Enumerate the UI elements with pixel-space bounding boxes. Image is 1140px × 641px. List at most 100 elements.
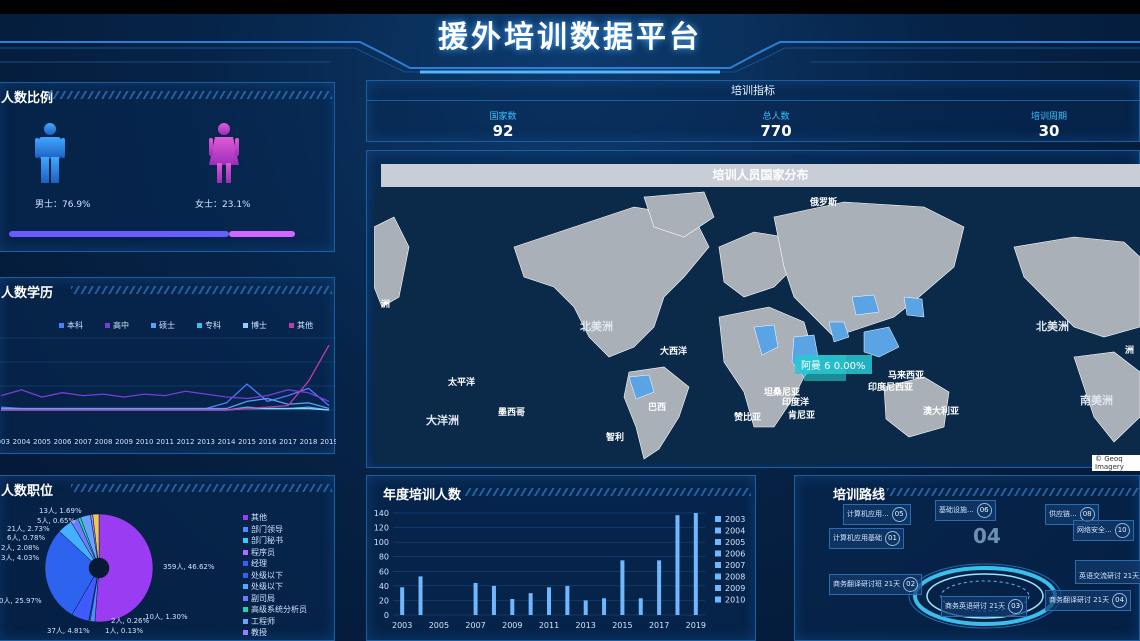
route-box-1[interactable]: 计算机应用... 05 bbox=[843, 504, 911, 525]
map-label-right-partial: 洲 bbox=[1125, 346, 1135, 356]
position-legend-item[interactable]: 工程师 bbox=[243, 616, 275, 627]
pie-label: 0人, 25.97% bbox=[0, 597, 42, 605]
kpi-value-countries: 92 bbox=[492, 122, 514, 140]
legend-label: 程序员 bbox=[251, 547, 275, 557]
map-label-north-america-right: 北美洲 bbox=[1036, 320, 1069, 333]
education-x-tick: 2007 bbox=[74, 438, 92, 446]
map-credit: © Geoq Imagery bbox=[1092, 455, 1140, 471]
legend-swatch bbox=[243, 630, 248, 635]
education-series-line bbox=[0, 383, 330, 410]
bar-y-tick: 40 bbox=[379, 582, 389, 591]
education-x-tick: 2018 bbox=[300, 438, 318, 446]
position-legend-item[interactable]: 副司局 bbox=[243, 593, 275, 604]
legend-label: 工程师 bbox=[251, 616, 275, 626]
route-box-2[interactable]: 基础设施... 06 bbox=[935, 500, 996, 521]
education-x-tick: 2015 bbox=[238, 438, 256, 446]
title-hatch bbox=[887, 488, 1140, 496]
position-legend-item[interactable]: 程序员 bbox=[243, 547, 275, 558]
position-legend-item[interactable]: 处级以下 bbox=[243, 570, 283, 581]
position-legend-item[interactable]: 高级系统分析员 bbox=[243, 604, 307, 615]
legend-label: 处级以下 bbox=[251, 582, 283, 591]
map-label-zambia: 赞比亚 bbox=[734, 413, 762, 423]
kpi-panel: 培训指标 国家数 92 总人数 770 培训周期 30 bbox=[366, 80, 1140, 142]
bar-2011[interactable] bbox=[547, 587, 551, 615]
education-series-line bbox=[0, 389, 330, 402]
position-legend-item[interactable]: 处级以下 bbox=[243, 581, 283, 592]
map-tooltip: 阿曼 6 0.00% bbox=[795, 355, 872, 374]
world-map[interactable] bbox=[374, 187, 1140, 465]
bar-legend-label: 2007 bbox=[725, 561, 745, 570]
pie-label: 2人, 2.08% bbox=[1, 544, 40, 552]
route-box-9[interactable]: 商务翻译研讨 21天 04 bbox=[1045, 590, 1132, 611]
bar-2019[interactable] bbox=[693, 513, 698, 615]
pie-label: 3人, 4.03% bbox=[1, 554, 40, 562]
female-icon bbox=[209, 123, 239, 183]
bar-2015[interactable] bbox=[620, 560, 625, 615]
route-box-7[interactable]: 商务英语研讨 21天 03 bbox=[941, 596, 1028, 617]
route-box-6[interactable]: 商务翻译研讨班 21天 02 bbox=[829, 574, 923, 595]
bar-y-tick: 140 bbox=[374, 509, 389, 518]
education-x-tick: 2016 bbox=[259, 438, 277, 446]
bar-legend-label: 2003 bbox=[725, 515, 745, 524]
female-label: 女士：23.1% bbox=[195, 200, 251, 210]
map-label-kenya: 肯尼亚 bbox=[788, 411, 816, 421]
education-x-tick: 2011 bbox=[156, 438, 174, 446]
map-label-atlantic: 大西洋 bbox=[660, 347, 688, 357]
bar-2012[interactable] bbox=[565, 585, 570, 615]
bar-2007[interactable] bbox=[473, 582, 478, 615]
bar-legend-label: 2005 bbox=[725, 538, 745, 547]
legend-swatch bbox=[243, 607, 248, 612]
map-label-malaysia: 马来西亚 bbox=[888, 371, 925, 381]
bar-legend-swatch bbox=[715, 573, 721, 580]
bar-x-tick: 2005 bbox=[429, 621, 449, 630]
pie-hole bbox=[89, 558, 109, 578]
route-box-5[interactable]: 网络安全... 10 bbox=[1073, 520, 1134, 541]
legend-swatch bbox=[243, 618, 248, 624]
legend-label: 处级以下 bbox=[251, 570, 283, 580]
education-x-tick: 2010 bbox=[136, 438, 154, 446]
education-series-line bbox=[1, 397, 330, 410]
bar-x-tick: 2013 bbox=[576, 621, 596, 630]
bar-2010[interactable] bbox=[528, 593, 533, 615]
bar-2003[interactable] bbox=[400, 587, 405, 615]
pie-label: 1人, 0.13% bbox=[105, 627, 144, 635]
education-x-tick: 2003 bbox=[0, 438, 10, 446]
map-label-oceania: 大洋洲 bbox=[426, 414, 459, 427]
bar-x-tick: 2017 bbox=[649, 621, 669, 630]
legend-label: 部门领导 bbox=[251, 524, 283, 534]
route-box-8[interactable]: 英语交流研讨 21天 bbox=[1075, 560, 1140, 584]
legend-swatch bbox=[243, 515, 248, 520]
bar-2013[interactable] bbox=[583, 600, 588, 615]
map-label-brazil: 巴西 bbox=[648, 403, 667, 413]
bar-2014[interactable] bbox=[602, 598, 607, 615]
bar-2009[interactable] bbox=[510, 598, 515, 615]
education-x-tick: 2019 bbox=[320, 438, 336, 446]
legend-label: 副司局 bbox=[251, 593, 275, 603]
map-label-left-partial: 洲 bbox=[381, 300, 391, 310]
pie-label: 6人, 0.78% bbox=[7, 534, 46, 542]
position-legend-item[interactable]: 部门秘书 bbox=[243, 535, 283, 546]
bar-y-tick: 0 bbox=[384, 611, 389, 620]
bar-legend-label: 2008 bbox=[725, 573, 745, 582]
bar-legend-label: 2010 bbox=[725, 596, 745, 605]
education-x-tick: 2005 bbox=[33, 438, 51, 446]
bar-2016[interactable] bbox=[638, 598, 643, 615]
position-legend-item[interactable]: 经理 bbox=[243, 558, 267, 569]
education-x-tick: 2004 bbox=[13, 438, 31, 446]
position-legend-item[interactable]: 部门领导 bbox=[243, 524, 283, 535]
male-icon bbox=[35, 123, 65, 183]
pie-label: 37人, 4.81% bbox=[47, 627, 90, 635]
position-legend-item[interactable]: 教授 bbox=[243, 627, 267, 638]
title-hatch bbox=[47, 91, 332, 99]
kpi-label-period: 培训周期 bbox=[1030, 112, 1067, 122]
bar-2018[interactable] bbox=[675, 515, 680, 615]
bar-2008[interactable] bbox=[491, 585, 496, 615]
gender-bar-female bbox=[229, 231, 295, 237]
bar-2017[interactable] bbox=[657, 560, 662, 615]
position-legend-item[interactable]: 其他 bbox=[243, 512, 267, 523]
bar-2004[interactable] bbox=[418, 576, 423, 615]
legend-label: 部门秘书 bbox=[251, 536, 283, 545]
route-box-4[interactable]: 计算机应用基础 01 bbox=[829, 528, 904, 549]
education-x-tick: 2017 bbox=[279, 438, 297, 446]
male-label: 男士：76.9% bbox=[35, 200, 91, 210]
